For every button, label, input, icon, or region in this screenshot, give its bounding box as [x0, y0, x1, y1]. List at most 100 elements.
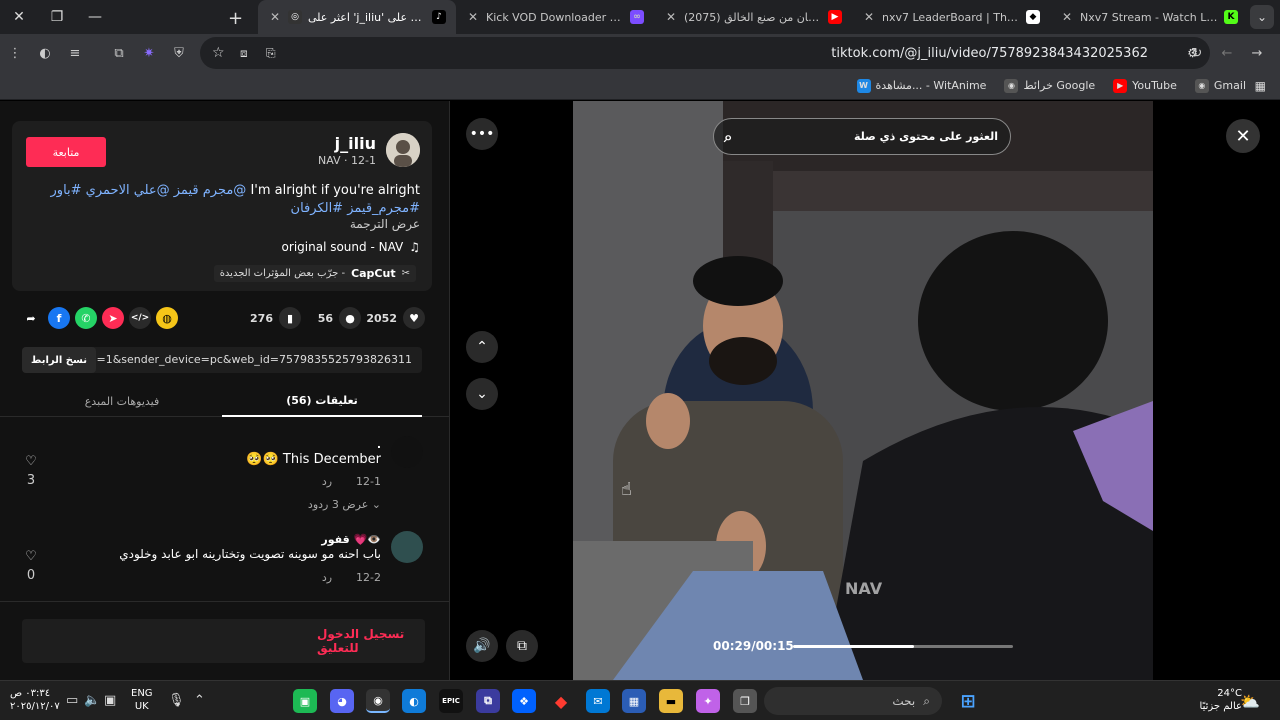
- previous-video-button[interactable]: ⌃: [466, 331, 498, 363]
- reply-link[interactable]: رد: [322, 475, 332, 488]
- translate-icon[interactable]: ⧈: [240, 46, 248, 61]
- extension-purple-icon[interactable]: ✷: [140, 44, 158, 62]
- video-progress-bar[interactable]: [793, 645, 1013, 648]
- share-repost-button[interactable]: ➤: [102, 307, 124, 329]
- next-video-button[interactable]: ⌄: [466, 378, 498, 410]
- like-button[interactable]: 2052 ♥: [366, 307, 425, 329]
- copy-link-button[interactable]: نسخ الرابط: [22, 347, 96, 373]
- related-search-bar[interactable]: العثور على محتوى ذي صلة ⌕: [713, 118, 1011, 155]
- menu-icon[interactable]: ⋮: [6, 44, 24, 62]
- language-indicator[interactable]: ENG UK: [131, 687, 153, 713]
- display-icon[interactable]: ▣: [104, 693, 116, 708]
- share-arrow-icon: ➦: [26, 311, 36, 325]
- reload-icon[interactable]: ↻: [1188, 44, 1206, 62]
- microphone-icon[interactable]: 🎙: [168, 693, 185, 708]
- tab-close-icon[interactable]: ✕: [664, 10, 678, 24]
- share-snapchat-button[interactable]: ◍: [156, 307, 178, 329]
- forward-icon[interactable]: →: [1248, 44, 1266, 62]
- all-bookmarks-icon[interactable]: ▦: [1255, 79, 1266, 93]
- taskbar-app-green-icon[interactable]: ▣: [293, 689, 317, 713]
- close-video-button[interactable]: ✕: [1226, 119, 1260, 153]
- taskbar-red-app-icon[interactable]: ◆: [549, 689, 573, 713]
- weather-widget[interactable]: 24°C عالم جزئيًا: [1200, 687, 1242, 713]
- see-translation-link[interactable]: عرض الترجمة: [350, 217, 420, 231]
- sound-link[interactable]: original sound - NAV ♫: [282, 240, 420, 254]
- new-tab-button[interactable]: +: [228, 8, 243, 29]
- show-hidden-icons-icon[interactable]: ⌃: [194, 693, 205, 708]
- comment-button[interactable]: 56 ●: [318, 307, 361, 329]
- tab-comments[interactable]: تعليقات (56): [222, 385, 422, 417]
- tab-close-icon[interactable]: ✕: [466, 10, 480, 24]
- embed-button[interactable]: </>: [129, 307, 151, 329]
- bookmark-star-icon[interactable]: ☆: [212, 45, 225, 61]
- profile-avatar-icon[interactable]: ◐: [36, 44, 54, 62]
- author-avatar[interactable]: [386, 133, 420, 167]
- minimize-window-button[interactable]: —: [76, 0, 114, 34]
- browser-tab[interactable]: ✕ ◎ اعثر على 'j_iliu' على TikTok | ♪: [258, 0, 456, 34]
- comment-like-button[interactable]: ♡ 0: [21, 549, 41, 583]
- commenter-avatar[interactable]: [391, 531, 423, 563]
- epic-games-icon[interactable]: EPIC: [439, 689, 463, 713]
- dropbox-icon[interactable]: ❖: [512, 689, 536, 713]
- author-username[interactable]: j_iliu: [335, 134, 376, 153]
- edge-icon[interactable]: ◐: [402, 689, 426, 713]
- install-app-icon[interactable]: ⎘: [266, 46, 276, 61]
- reading-list-icon[interactable]: ≡: [66, 44, 84, 62]
- commenter-name[interactable]: .: [377, 438, 381, 451]
- commenter-name[interactable]: قفور 💗👁️: [321, 533, 381, 546]
- tab-creator-videos[interactable]: فيديوهات المبدع: [22, 385, 222, 417]
- copilot-icon[interactable]: ✦: [696, 689, 720, 713]
- taskbar-search[interactable]: بحث ⌕: [764, 687, 942, 715]
- restore-window-button[interactable]: ❐: [38, 0, 76, 34]
- tab-close-icon[interactable]: ✕: [862, 10, 876, 24]
- comment-count: 56: [317, 311, 333, 325]
- volume-button[interactable]: 🔊: [466, 630, 498, 662]
- save-button[interactable]: 276 ▮: [250, 307, 301, 329]
- tab-close-icon[interactable]: ✕: [1060, 10, 1074, 24]
- tab-close-icon[interactable]: ✕: [268, 10, 282, 24]
- view-replies-link[interactable]: عرض 3 ردود ⌄: [308, 498, 381, 511]
- bookmark-label: مشاهدة... - WitAnime: [875, 79, 987, 92]
- capcut-promo[interactable]: جرّب بعض المؤثرات الجديدة - CapCut ✂: [213, 265, 416, 282]
- browser-tab[interactable]: ✕ Nxv7 Stream - Watch Live on Ki K: [1050, 0, 1248, 34]
- url-text[interactable]: tiktok.com/@j_iliu/video/757892384343202…: [831, 46, 1148, 61]
- reply-link[interactable]: رد: [322, 571, 332, 584]
- share-whatsapp-button[interactable]: ✆: [75, 307, 97, 329]
- volume-icon[interactable]: 🔈: [84, 693, 100, 708]
- bookmark-gmail[interactable]: ◉ Gmail: [1194, 78, 1246, 93]
- follow-button[interactable]: متابعة: [26, 137, 106, 167]
- extensions-icon[interactable]: ⧉: [110, 44, 128, 62]
- commenter-avatar[interactable]: [391, 436, 423, 468]
- chrome-icon[interactable]: ◉: [366, 689, 390, 713]
- browser-tab[interactable]: ✕ (2075) دخلنا مكان من صنع الخالق ▶: [654, 0, 852, 34]
- back-icon[interactable]: ←: [1218, 44, 1236, 62]
- picture-in-picture-button[interactable]: ⧉: [506, 630, 538, 662]
- bookmark-witanime[interactable]: W مشاهدة... - WitAnime: [856, 78, 987, 93]
- shield-icon[interactable]: ⛨: [170, 44, 188, 62]
- tab-title: Nxv7 Stream - Watch Live on Ki: [1080, 10, 1218, 24]
- discord-icon[interactable]: ◕: [330, 689, 354, 713]
- login-to-comment-button[interactable]: تسجيل الدخول للتعليق: [22, 619, 425, 663]
- store-icon[interactable]: ▦: [622, 689, 646, 713]
- tab-search-button[interactable]: ⌄: [1250, 5, 1274, 29]
- more-options-button[interactable]: •••: [466, 118, 498, 150]
- close-window-button[interactable]: ✕: [0, 0, 38, 34]
- bookmark-google-maps[interactable]: ◉ خرائط Google: [1004, 78, 1095, 93]
- youtube-icon: ▶: [1113, 78, 1128, 93]
- share-facebook-button[interactable]: f: [48, 307, 70, 329]
- video-player[interactable]: العثور على محتوى ذي صلة ⌕ NAV 00:29/00:1…: [573, 101, 1153, 680]
- battery-icon[interactable]: ▭: [66, 693, 78, 708]
- windows-start-icon[interactable]: ⊞: [956, 689, 980, 713]
- comment-like-button[interactable]: ♡ 3: [21, 454, 41, 488]
- browser-tab[interactable]: ✕ nxv7 LeaderBoard | The best Ch ◆: [852, 0, 1050, 34]
- browser-tab[interactable]: ✕ Kick VOD Downloader - Stream ∞: [456, 0, 654, 34]
- address-bar[interactable]: ☆ ⧈ ⎘ tiktok.com/@j_iliu/video/757892384…: [200, 37, 1210, 69]
- share-button[interactable]: ➦: [20, 307, 42, 329]
- taskbar-app-icon[interactable]: ⧉: [476, 689, 500, 713]
- system-clock[interactable]: ٠٣:٣٤ ص ٢٠٢٥/١٢/٠٧: [10, 687, 60, 713]
- search-icon[interactable]: ⌕: [724, 128, 732, 146]
- bookmark-youtube[interactable]: ▶ YouTube: [1113, 78, 1177, 93]
- outlook-icon[interactable]: ✉: [586, 689, 610, 713]
- task-view-icon[interactable]: ❐: [733, 689, 757, 713]
- file-explorer-icon[interactable]: ▬: [659, 689, 683, 713]
